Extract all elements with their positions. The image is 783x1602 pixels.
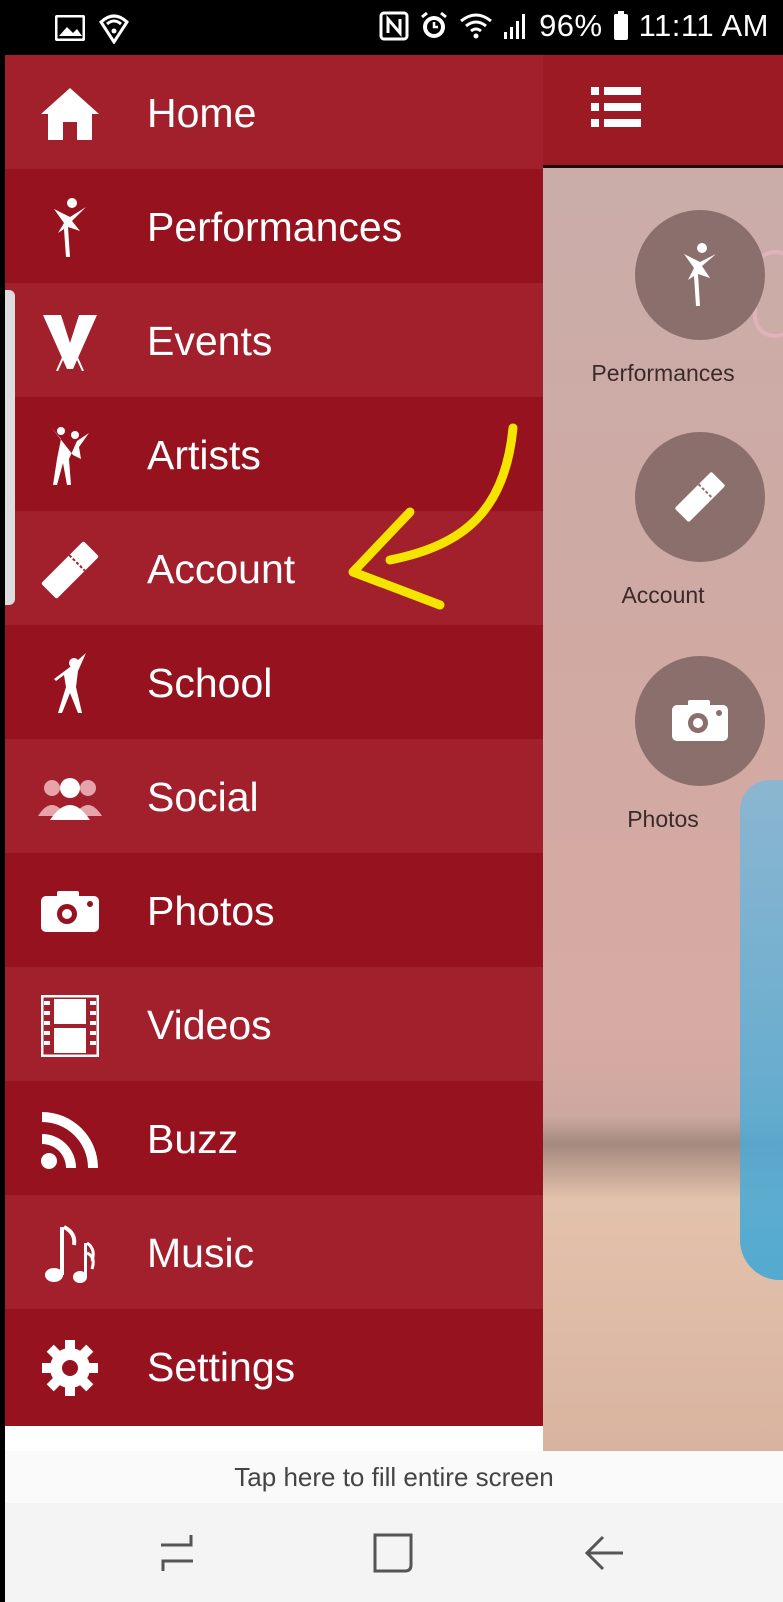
film-icon — [35, 991, 105, 1061]
tile-label: Photos — [627, 806, 699, 832]
status-left-icons — [55, 12, 129, 44]
drawer-item-label: Account — [147, 546, 296, 592]
camera-icon — [35, 877, 105, 947]
tile-label: Performances — [591, 360, 735, 386]
clock: 11:11 AM — [638, 8, 769, 43]
dancer-icon — [35, 649, 105, 719]
ticket-icon — [635, 432, 765, 562]
drawer-item-photos[interactable]: Photos — [5, 853, 543, 970]
alarm-icon — [421, 11, 447, 38]
ballerina-icon — [635, 210, 765, 340]
app-header — [543, 55, 783, 168]
drawer-item-home[interactable]: Home — [5, 55, 543, 172]
camera-icon — [635, 656, 765, 786]
phone-screen: 96% 11:11 AM Performances Account Photos — [5, 0, 783, 1602]
dancer-figure — [740, 780, 783, 1280]
home-square-icon[interactable] — [363, 1531, 423, 1575]
drawer-item-videos[interactable]: Videos — [5, 967, 543, 1084]
drawer-item-social[interactable]: Social — [5, 739, 543, 856]
drawer-item-label: Music — [147, 1230, 255, 1276]
people-icon — [35, 763, 105, 833]
rss-icon — [35, 1105, 105, 1175]
drawer-item-music[interactable]: Music — [5, 1195, 543, 1312]
system-nav-bar — [5, 1503, 783, 1602]
back-arrow-icon[interactable] — [575, 1531, 635, 1575]
navigation-drawer: Home Performances Events Artists Account — [5, 55, 543, 1451]
drawer-item-performances[interactable]: Performances — [5, 169, 543, 286]
drawer-item-label: Buzz — [147, 1116, 239, 1162]
signal-icon — [504, 14, 526, 39]
image-icon — [55, 15, 85, 41]
status-bar: 96% 11:11 AM — [5, 0, 783, 55]
battery-percent: 96% — [539, 8, 603, 43]
dancing-couple-icon — [35, 421, 105, 491]
events-v-icon — [35, 307, 105, 377]
music-notes-icon — [35, 1219, 105, 1289]
annotation-arrow — [348, 423, 518, 610]
drawer-item-label: Performances — [147, 204, 403, 250]
tile-label: Account — [621, 582, 705, 608]
battery-icon — [613, 11, 628, 40]
drawer-item-label: School — [147, 660, 273, 706]
drawer-item-school[interactable]: School — [5, 625, 543, 742]
drawer-item-label: Social — [147, 774, 259, 820]
wifi-shield-icon — [99, 14, 129, 44]
home-icon — [35, 79, 105, 149]
recents-icon[interactable] — [147, 1531, 207, 1575]
drawer-item-settings[interactable]: Settings — [5, 1309, 543, 1426]
drawer-edge-handle[interactable] — [5, 290, 15, 605]
drawer-item-label: Settings — [147, 1344, 296, 1390]
drawer-item-label: Artists — [147, 432, 261, 478]
list-menu-icon[interactable] — [591, 85, 643, 129]
drawer-item-label: Videos — [147, 1002, 272, 1048]
drawer-item-buzz[interactable]: Buzz — [5, 1081, 543, 1198]
gear-icon — [35, 1333, 105, 1403]
drawer-item-label: Photos — [147, 888, 275, 934]
drawer-item-label: Events — [147, 318, 273, 364]
ballerina-icon — [35, 193, 105, 263]
fill-screen-banner[interactable]: Tap here to fill entire screen — [5, 1451, 783, 1503]
status-right-icons: 96% 11:11 AM — [379, 8, 769, 44]
drawer-item-events[interactable]: Events — [5, 283, 543, 400]
nfc-icon — [379, 11, 409, 41]
drawer-item-label: Home — [147, 90, 257, 136]
wifi-icon — [460, 13, 492, 39]
ticket-icon — [35, 535, 105, 605]
